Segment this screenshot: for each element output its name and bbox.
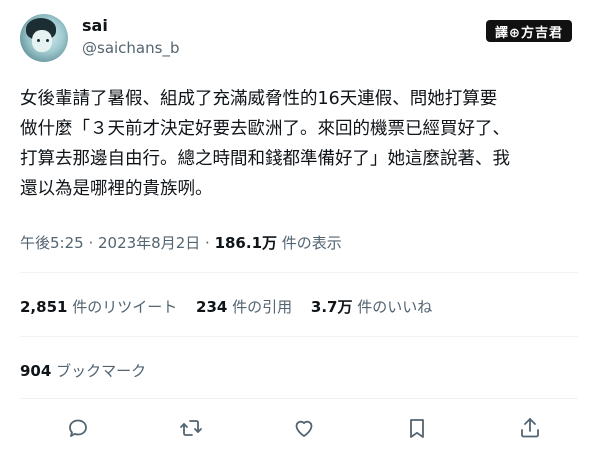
tweet-line: 做什麼「３天前才決定好要去歐洲了。來回的機票已經買好了、 xyxy=(20,119,510,139)
likes-label: 件のいいね xyxy=(352,298,433,316)
tweet-meta: 午後5:25 · 2023年8月2日 · 186.1万 件の表示 xyxy=(20,232,342,253)
quotes-label: 件の引用 xyxy=(227,298,293,316)
tweet-line: 打算去那邊自由行。總之時間和錢都準備好了」她這麼說著、我 xyxy=(20,149,510,169)
likes-count: 3.7万 xyxy=(310,298,353,316)
avatar-face xyxy=(32,30,52,52)
engagement-stats: 2,851 件のリツイート 234 件の引用 3.7万 件のいいね xyxy=(20,296,446,317)
tweet-line: 還以為是哪裡的貴族咧。 xyxy=(20,179,213,199)
avatar[interactable] xyxy=(20,14,68,62)
retweets-label: 件のリツイート xyxy=(67,298,178,316)
bookmarks-stat[interactable]: 904 ブックマーク xyxy=(20,360,146,381)
comment-bubble-icon xyxy=(69,419,87,437)
heart-icon xyxy=(295,420,313,437)
retweets-count: 2,851 xyxy=(20,298,68,316)
tweet-timestamp[interactable]: 午後5:25 · 2023年8月2日 · xyxy=(20,234,215,252)
views-count: 186.1万 xyxy=(214,234,278,252)
translator-watermark: 譯⊕方吉君 xyxy=(486,20,572,42)
avatar-eye-right xyxy=(46,39,49,42)
quotes-count: 234 xyxy=(196,298,228,316)
bookmark-icon xyxy=(410,419,424,438)
quotes-stat[interactable]: 234 件の引用 xyxy=(196,298,292,316)
likes-stat[interactable]: 3.7万 件のいいね xyxy=(311,298,432,316)
avatar-eye-left xyxy=(37,39,40,42)
author-handle[interactable]: @saichans_b xyxy=(82,39,179,57)
author-name[interactable]: sai xyxy=(82,16,108,35)
divider xyxy=(20,272,578,273)
divider xyxy=(20,336,578,337)
retweet-icon xyxy=(180,420,202,436)
share-button[interactable] xyxy=(516,414,544,442)
views-label: 件の表示 xyxy=(277,234,342,252)
share-icon xyxy=(521,418,539,438)
action-bar xyxy=(64,414,544,442)
tweet-text: 女後輩請了暑假、組成了充滿威脅性的16天連假、問她打算要 做什麼「３天前才決定好… xyxy=(20,84,580,204)
tweet-line: 女後輩請了暑假、組成了充滿威脅性的16天連假、問她打算要 xyxy=(20,89,498,109)
retweet-button[interactable] xyxy=(177,414,205,442)
bookmarks-label: ブックマーク xyxy=(51,362,147,380)
divider xyxy=(20,398,578,399)
bookmarks-count: 904 xyxy=(20,362,52,380)
like-button[interactable] xyxy=(290,414,318,442)
reply-button[interactable] xyxy=(64,414,92,442)
bookmark-button[interactable] xyxy=(403,414,431,442)
retweets-stat[interactable]: 2,851 件のリツイート xyxy=(20,298,177,316)
